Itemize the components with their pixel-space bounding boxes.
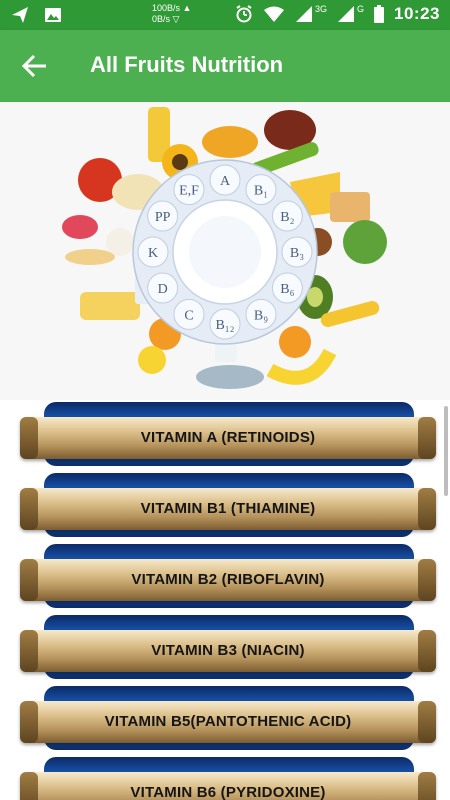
vitamin-label: VITAMIN B3 (NIACIN): [151, 642, 305, 659]
signal-3g-icon: [295, 6, 312, 22]
wheel-letter: K: [148, 246, 158, 261]
scrollbar[interactable]: [444, 406, 448, 496]
wheel-letter: B₂: [280, 210, 294, 225]
clock-time: 10:23: [394, 4, 440, 23]
network-g-label: G: [357, 4, 365, 14]
wheel-letter: A: [220, 174, 231, 189]
vitamin-button[interactable]: VITAMIN B6 (PYRIDOXINE): [20, 757, 440, 800]
wheel-letter: C: [184, 308, 193, 323]
vitamin-label: VITAMIN B6 (PYRIDOXINE): [130, 784, 326, 800]
vitamin-button[interactable]: VITAMIN B1 (THIAMINE): [20, 473, 440, 537]
vitamin-button[interactable]: VITAMIN B5(PANTOTHENIC ACID): [20, 686, 440, 750]
send-icon: [12, 7, 28, 23]
app-bar: All Fruits Nutrition: [0, 30, 450, 102]
wheel-letter: B₃: [290, 246, 304, 261]
vitamin-wheel: A B₁ B₂ B₃ B₆ B₉ B₁₂ C D K PP E,F: [132, 159, 318, 345]
wifi-icon: [263, 6, 284, 22]
vitamin-label: VITAMIN B1 (THIAMINE): [140, 500, 316, 517]
vitamin-label: VITAMIN A (RETINOIDS): [140, 429, 316, 446]
image-icon: [45, 8, 61, 22]
wheel-letter: D: [158, 282, 168, 297]
net-up-text: 100B/s ▲: [152, 3, 192, 13]
vitamin-wheel-graphic: A B₁ B₂ B₃ B₆ B₉ B₁₂ C D K PP E,F: [62, 107, 387, 389]
wheel-letter: B₆: [280, 282, 294, 297]
vitamin-button[interactable]: VITAMIN B2 (RIBOFLAVIN): [20, 544, 440, 608]
page-title: All Fruits Nutrition: [90, 52, 284, 77]
arrow-left-icon: [21, 54, 46, 78]
vitamin-button[interactable]: VITAMIN B3 (NIACIN): [20, 615, 440, 679]
wheel-letter: PP: [155, 210, 171, 225]
vitamin-label: VITAMIN B5(PANTOTHENIC ACID): [104, 713, 352, 730]
net-down-text: 0B/s ▽: [152, 14, 180, 24]
wheel-letter: E,F: [179, 184, 199, 199]
status-bar: 100B/s ▲ 0B/s ▽ 3G G 10:23: [0, 0, 450, 30]
vitamin-list[interactable]: VITAMIN A (RETINOIDS) VITAMIN B1 (THIAMIN…: [0, 400, 450, 800]
wheel-letter: B₁₂: [215, 318, 234, 333]
wheel-letter: B₁: [254, 184, 268, 199]
vitamin-label: VITAMIN B2 (RIBOFLAVIN): [131, 571, 325, 588]
network-speed: 100B/s ▲ 0B/s ▽: [152, 3, 191, 25]
vitamin-wheel-illustration: A B₁ B₂ B₃ B₆ B₉ B₁₂ C D K PP E,F: [0, 102, 450, 400]
back-button[interactable]: [20, 52, 50, 80]
battery-icon: [374, 5, 385, 23]
alarm-icon: [236, 5, 252, 23]
network-3g-label: 3G: [314, 4, 327, 14]
signal-g-icon: [338, 6, 354, 22]
vitamin-button[interactable]: VITAMIN A (RETINOIDS): [20, 402, 440, 466]
wheel-letter: B₉: [254, 308, 268, 323]
